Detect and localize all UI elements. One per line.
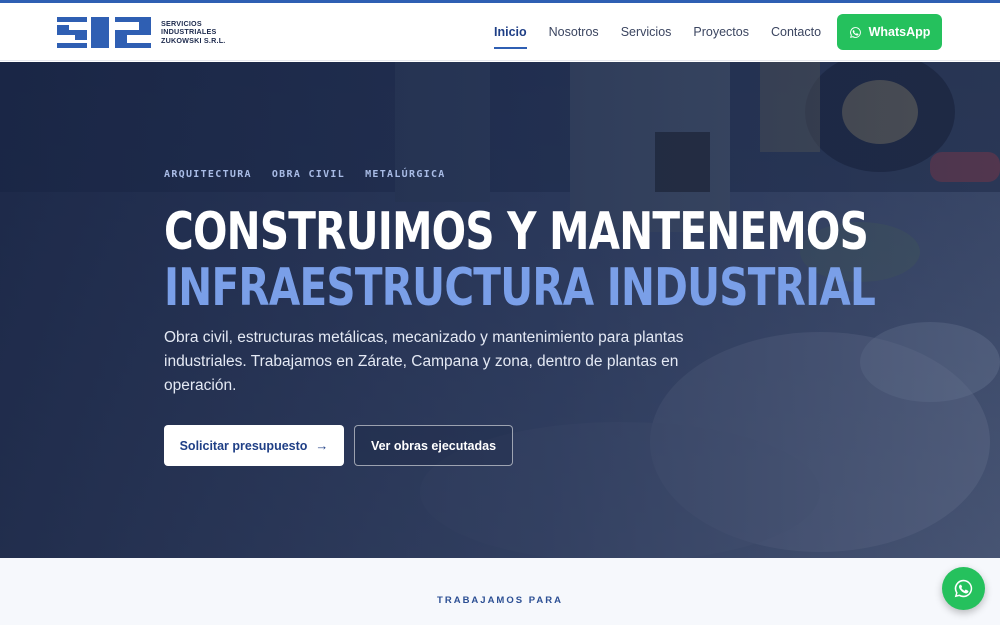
nav-servicios[interactable]: Servicios (621, 3, 672, 61)
hero-description: Obra civil, estructuras metálicas, mecan… (164, 329, 684, 394)
arrow-right-icon: → (315, 438, 329, 453)
logo-line-3: ZUKOWSKI S.R.L. (161, 35, 226, 45)
logo-mark-icon (57, 17, 151, 48)
request-quote-label: Solicitar presupuesto (179, 438, 308, 453)
nav-nosotros[interactable]: Nosotros (549, 3, 599, 61)
logo[interactable]: SERVICIOS INDUSTRIALES ZUKOWSKI S.R.L. (57, 17, 226, 48)
hero-title-line-2: INFRAESTRUCTURA INDUSTRIAL (164, 258, 876, 318)
nav-contacto[interactable]: Contacto (771, 3, 821, 61)
nav-proyectos[interactable]: Proyectos (693, 3, 749, 61)
whatsapp-button-label: WhatsApp (868, 25, 931, 39)
view-projects-button[interactable]: Ver obras ejecutadas (354, 425, 513, 466)
request-quote-button[interactable]: Solicitar presupuesto → (164, 425, 344, 466)
whatsapp-icon (954, 579, 973, 598)
nav-inicio[interactable]: Inicio (494, 3, 527, 61)
clients-label: TRABAJAMOS PARA (437, 595, 563, 606)
whatsapp-button[interactable]: WhatsApp (837, 14, 942, 50)
logo-text: SERVICIOS INDUSTRIALES ZUKOWSKI S.R.L. (161, 19, 226, 45)
hero-tags: ARQUITECTURA OBRA CIVIL METALÚRGICA (164, 169, 466, 180)
tag-arquitectura: ARQUITECTURA (164, 169, 252, 180)
site-header: SERVICIOS INDUSTRIALES ZUKOWSKI S.R.L. I… (0, 3, 1000, 61)
floating-whatsapp-button[interactable] (942, 567, 985, 610)
clients-section: TRABAJAMOS PARA (0, 558, 1000, 625)
tag-obra-civil: OBRA CIVIL (271, 169, 346, 180)
whatsapp-icon (849, 26, 861, 38)
hero-section: ARQUITECTURA OBRA CIVIL METALÚRGICA CONS… (0, 62, 1000, 558)
tag-metalurgica: METALÚRGICA (365, 169, 446, 180)
main-nav: Inicio Nosotros Servicios Proyectos Cont… (494, 3, 843, 61)
hero-title-line-1: CONSTRUIMOS Y MANTENEMOS (164, 202, 869, 262)
